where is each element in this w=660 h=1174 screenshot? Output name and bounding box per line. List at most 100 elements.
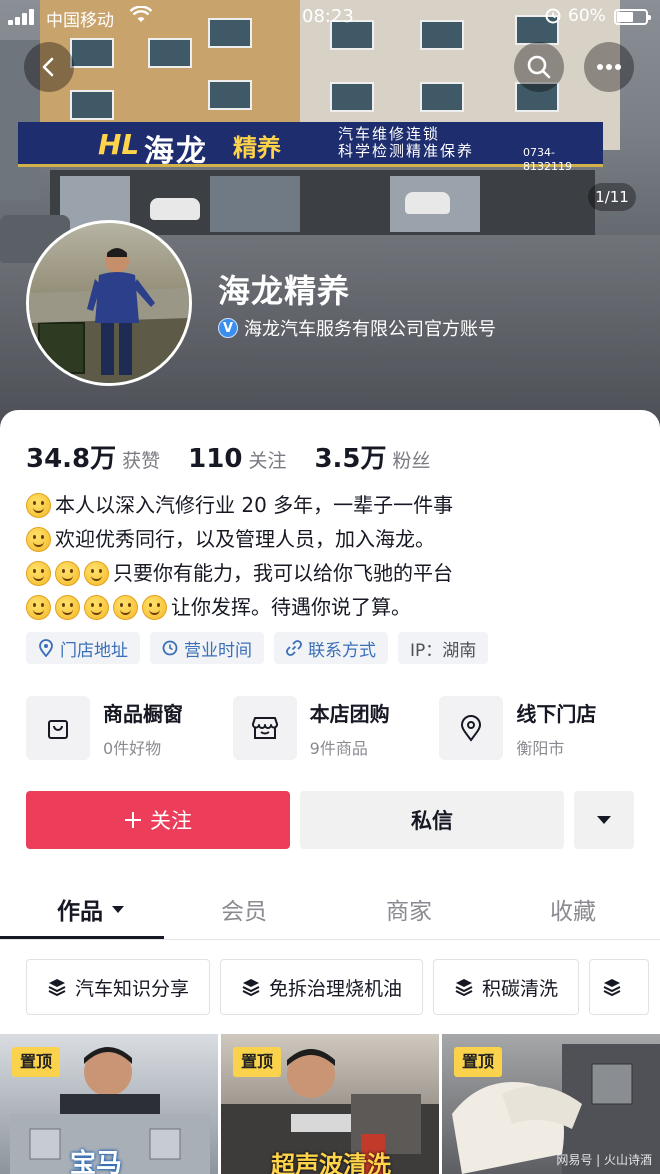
tab-works[interactable]: 作品 <box>57 892 125 926</box>
shop-entry-offline-store[interactable]: 线下门店 衡阳市 <box>439 696 646 760</box>
collection-chip[interactable] <box>589 959 650 1015</box>
stats-row: 34.8万 获赞 110 关注 3.5万 粉丝 <box>26 438 459 475</box>
shop-entry-subtitle: 9件商品 <box>309 738 368 758</box>
watermark: 网易号 | 火山诗酒 <box>556 1153 652 1167</box>
video-grid: 置顶 宝马 置顶 超声波清洗 置顶 网易号 | 火山诗酒 <box>0 1034 660 1174</box>
image-counter: 1/11 <box>588 183 636 211</box>
action-buttons: 关注 私信 <box>26 791 634 849</box>
layers-icon <box>603 979 621 997</box>
wifi-icon <box>129 5 153 29</box>
chip-label: 汽车知识分享 <box>75 977 190 1000</box>
link-icon <box>286 640 302 656</box>
smile-emoji-icon <box>113 594 138 620</box>
tab-label: 收藏 <box>550 899 596 925</box>
tag-label: 门店地址 <box>60 640 128 661</box>
tag-business-hours[interactable]: 营业时间 <box>150 632 264 664</box>
sign-name: 海龙 <box>144 134 208 169</box>
smile-emoji-icon <box>26 526 51 552</box>
tab-merchant[interactable]: 商家 <box>386 892 432 926</box>
profile-name: 海龙精养 <box>218 272 351 310</box>
clock-time: 08:23 <box>302 6 354 27</box>
collection-chip[interactable]: 汽车知识分享 <box>26 959 211 1015</box>
message-button[interactable]: 私信 <box>300 791 564 849</box>
tab-members[interactable]: 会员 <box>221 892 267 926</box>
sign-tagline-1: 汽车维修连锁 <box>338 125 441 143</box>
back-button[interactable] <box>24 42 74 92</box>
smile-emoji-icon <box>84 594 109 620</box>
video-thumbnail[interactable]: 置顶 网易号 | 火山诗酒 <box>442 1034 660 1174</box>
tab-favorites[interactable]: 收藏 <box>550 892 596 926</box>
bio-text: 欢迎优秀同行，以及管理人员，加入海龙。 <box>55 527 435 551</box>
bio-line: 只要你有能力，我可以给你飞驰的平台 <box>26 556 646 590</box>
alarm-icon <box>544 6 562 24</box>
sign-tagline-2: 科学检测精准保养 <box>338 142 475 160</box>
stat-value: 3.5万 <box>314 444 387 474</box>
shop-entry-title: 本店团购 <box>309 701 390 726</box>
sign-logo: HL <box>98 128 140 161</box>
tab-label: 商家 <box>386 899 432 925</box>
avatar[interactable] <box>26 220 192 386</box>
sign-name-2: 精养 <box>233 134 281 162</box>
video-thumbnail[interactable]: 置顶 超声波清洗 <box>221 1034 439 1174</box>
active-tab-indicator <box>0 936 164 939</box>
dropdown-button[interactable] <box>574 791 634 849</box>
bio-text: 本人以深入汽修行业 20 多年，一辈子一件事 <box>55 493 454 517</box>
follow-label: 关注 <box>150 809 192 833</box>
caret-down-icon <box>597 816 611 824</box>
shop-entries: 商品橱窗 0件好物 本店团购 9件商品 线下门店 衡阳市 <box>26 696 646 760</box>
chip-label: 积碳清洗 <box>482 977 559 1000</box>
battery-percent: 60% <box>568 6 606 26</box>
smile-emoji-icon <box>55 560 80 586</box>
location-pin-icon <box>439 696 504 760</box>
video-caption: 宝马 <box>70 1149 123 1174</box>
plus-icon <box>125 812 141 828</box>
bio: 本人以深入汽修行业 20 多年，一辈子一件事 欢迎优秀同行，以及管理人员，加入海… <box>26 488 646 624</box>
caret-down-icon <box>112 905 124 913</box>
content-tabs: 作品 会员 商家 收藏 <box>0 878 660 940</box>
storefront-icon <box>232 696 297 760</box>
video-thumbnail[interactable]: 置顶 宝马 <box>0 1034 218 1174</box>
collection-chip[interactable]: 免拆治理烧机油 <box>220 959 424 1015</box>
smile-emoji-icon <box>55 594 80 620</box>
bio-line: 欢迎优秀同行，以及管理人员，加入海龙。 <box>26 522 646 556</box>
window <box>420 82 464 112</box>
stat-likes[interactable]: 34.8万 获赞 <box>26 438 160 475</box>
smile-emoji-icon <box>84 560 109 586</box>
shop-entry-title: 商品橱窗 <box>103 701 183 726</box>
layers-icon <box>242 979 260 997</box>
battery-icon <box>614 9 651 25</box>
tag-contact[interactable]: 联系方式 <box>274 632 388 664</box>
search-button[interactable] <box>514 42 564 92</box>
stat-label: 获赞 <box>122 450 161 472</box>
verification-text: 海龙汽车服务有限公司官方账号 <box>244 319 496 340</box>
verification-line[interactable]: V 海龙汽车服务有限公司官方账号 <box>218 315 496 341</box>
person-illustration <box>29 248 189 383</box>
shop-entry-title: 线下门店 <box>516 701 597 726</box>
ellipsis-icon <box>597 64 621 70</box>
verified-badge-icon: V <box>218 318 238 338</box>
smile-emoji-icon <box>26 560 51 586</box>
layers-icon <box>48 979 66 997</box>
shop-entry-group-buy[interactable]: 本店团购 9件商品 <box>232 696 440 760</box>
tag-store-address[interactable]: 门店地址 <box>26 632 140 664</box>
collection-chip[interactable]: 积碳清洗 <box>433 959 580 1015</box>
stat-following[interactable]: 110 关注 <box>188 444 286 474</box>
profile-card: 34.8万 获赞 110 关注 3.5万 粉丝 本人以深入汽修行业 20 多年，… <box>0 410 660 1174</box>
pinned-badge: 置顶 <box>12 1047 61 1077</box>
collection-chips: 汽车知识分享 免拆治理烧机油 积碳清洗 <box>26 959 650 1015</box>
shop-entry-showcase[interactable]: 商品橱窗 0件好物 <box>26 696 233 760</box>
garage-door <box>210 176 300 232</box>
bio-line: 本人以深入汽修行业 20 多年，一辈子一件事 <box>26 488 646 522</box>
stat-value: 110 <box>188 444 243 474</box>
location-pin-icon <box>39 639 53 657</box>
stat-label: 粉丝 <box>392 450 431 472</box>
layers-icon <box>455 979 473 997</box>
tag-label: 联系方式 <box>308 640 376 661</box>
bio-line: 让你发挥。待遇你说了算。 <box>26 590 646 624</box>
status-bar: 中国移动 08:23 60% <box>0 0 660 34</box>
more-options-button[interactable] <box>584 42 634 92</box>
video-caption: 超声波清洗 <box>271 1151 391 1174</box>
window <box>70 38 114 68</box>
stat-followers[interactable]: 3.5万 粉丝 <box>314 438 430 475</box>
follow-button[interactable]: 关注 <box>26 791 290 849</box>
